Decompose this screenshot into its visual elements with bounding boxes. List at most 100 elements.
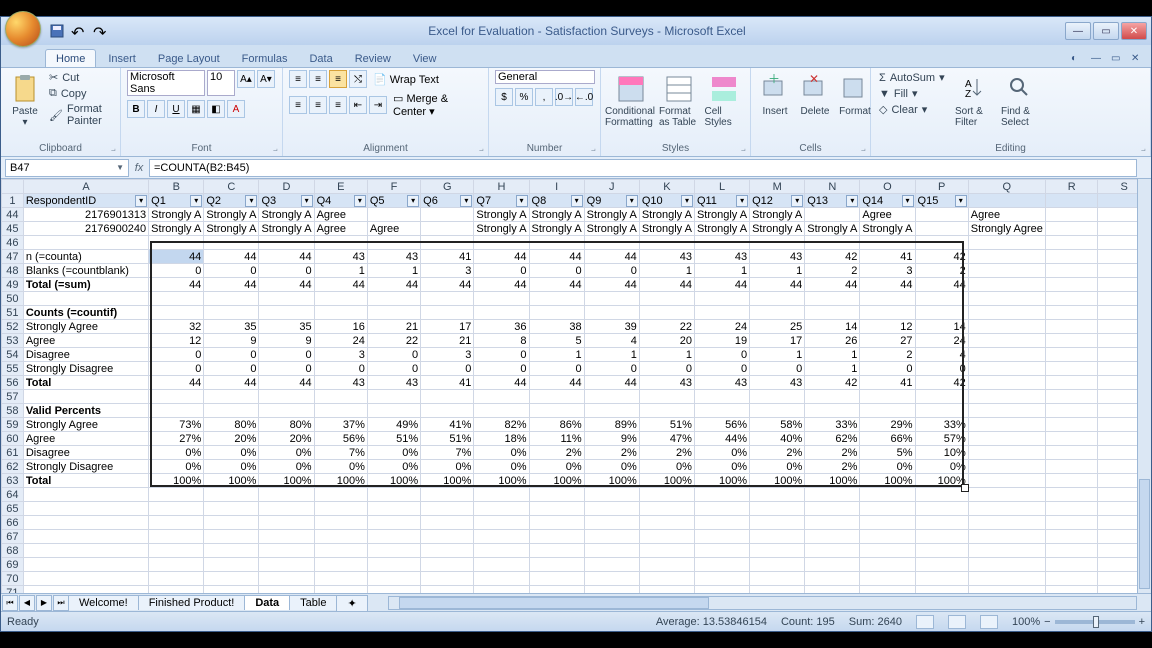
cell[interactable] bbox=[584, 390, 639, 404]
cell[interactable]: 24 bbox=[915, 334, 968, 348]
cell[interactable]: 3 bbox=[421, 348, 474, 362]
cell[interactable]: 0 bbox=[584, 264, 639, 278]
cell[interactable]: 89% bbox=[584, 418, 639, 432]
cell[interactable] bbox=[314, 516, 367, 530]
underline-button[interactable]: U bbox=[167, 100, 185, 118]
cell[interactable]: 38 bbox=[529, 320, 584, 334]
cell[interactable] bbox=[149, 558, 204, 572]
cell[interactable]: 1 bbox=[750, 264, 805, 278]
cell[interactable]: 44 bbox=[204, 278, 259, 292]
cell[interactable]: 57% bbox=[915, 432, 968, 446]
cell[interactable] bbox=[529, 488, 584, 502]
cell[interactable]: 44 bbox=[584, 376, 639, 390]
cell[interactable] bbox=[149, 516, 204, 530]
cell[interactable]: 44 bbox=[149, 376, 204, 390]
cell[interactable] bbox=[367, 208, 420, 222]
cell[interactable] bbox=[639, 516, 694, 530]
cell[interactable]: 3 bbox=[314, 348, 367, 362]
col-header-P[interactable]: P bbox=[915, 180, 968, 194]
zoom-in-button[interactable]: + bbox=[1139, 616, 1145, 628]
header-cell[interactable]: Q11▾ bbox=[694, 194, 749, 208]
cell[interactable] bbox=[23, 390, 148, 404]
cell[interactable]: 7% bbox=[421, 446, 474, 460]
cell[interactable]: 56% bbox=[694, 418, 749, 432]
col-header-K[interactable]: K bbox=[639, 180, 694, 194]
cell[interactable] bbox=[23, 544, 148, 558]
cell[interactable] bbox=[421, 516, 474, 530]
cell[interactable] bbox=[805, 572, 860, 586]
col-header-I[interactable]: I bbox=[529, 180, 584, 194]
cell[interactable] bbox=[694, 558, 749, 572]
cell[interactable] bbox=[694, 488, 749, 502]
font-color-button[interactable]: A bbox=[227, 100, 245, 118]
cell[interactable] bbox=[314, 404, 367, 418]
cell[interactable]: Total (=sum) bbox=[23, 278, 148, 292]
cell[interactable] bbox=[474, 586, 529, 594]
cell[interactable]: 0 bbox=[421, 362, 474, 376]
maximize-button[interactable]: ▭ bbox=[1093, 22, 1119, 40]
orientation-icon[interactable]: ⤭ bbox=[349, 70, 367, 88]
cell[interactable]: 5 bbox=[529, 334, 584, 348]
filter-icon[interactable]: ▾ bbox=[460, 195, 472, 207]
cell[interactable]: Agree bbox=[968, 208, 1045, 222]
col-header-B[interactable]: B bbox=[149, 180, 204, 194]
cell[interactable] bbox=[805, 208, 860, 222]
cell[interactable]: 44% bbox=[694, 432, 749, 446]
cell[interactable] bbox=[805, 530, 860, 544]
header-cell[interactable]: Q14▾ bbox=[860, 194, 915, 208]
cell[interactable]: 43 bbox=[694, 376, 749, 390]
cell[interactable] bbox=[474, 306, 529, 320]
cell[interactable] bbox=[259, 516, 314, 530]
cell[interactable]: 2 bbox=[805, 264, 860, 278]
cell[interactable] bbox=[149, 236, 204, 250]
select-all-corner[interactable] bbox=[2, 180, 24, 194]
cell[interactable]: 44 bbox=[204, 250, 259, 264]
cell[interactable]: 8 bbox=[474, 334, 529, 348]
filter-icon[interactable]: ▾ bbox=[245, 195, 257, 207]
filter-icon[interactable]: ▾ bbox=[407, 195, 419, 207]
cell[interactable]: 44 bbox=[750, 278, 805, 292]
cell[interactable]: 11% bbox=[529, 432, 584, 446]
cell[interactable]: 0 bbox=[259, 348, 314, 362]
cell[interactable] bbox=[367, 404, 420, 418]
header-cell[interactable]: Q2▾ bbox=[204, 194, 259, 208]
cell[interactable]: Agree bbox=[860, 208, 915, 222]
cell[interactable] bbox=[149, 572, 204, 586]
currency-icon[interactable]: $ bbox=[495, 88, 513, 106]
cell[interactable] bbox=[314, 544, 367, 558]
cell[interactable]: 0% bbox=[259, 446, 314, 460]
cell[interactable] bbox=[694, 236, 749, 250]
cell[interactable]: 2176900240 bbox=[23, 222, 148, 236]
cell[interactable]: 0% bbox=[694, 460, 749, 474]
cell[interactable]: 9 bbox=[204, 334, 259, 348]
cell[interactable]: 44 bbox=[529, 376, 584, 390]
conditional-formatting-button[interactable]: Conditional Formatting bbox=[607, 70, 653, 130]
cell[interactable]: 0 bbox=[204, 348, 259, 362]
cell[interactable] bbox=[805, 236, 860, 250]
cell[interactable]: 44 bbox=[694, 278, 749, 292]
office-button[interactable] bbox=[5, 11, 41, 47]
cell[interactable]: 2% bbox=[805, 460, 860, 474]
fill-color-button[interactable]: ◧ bbox=[207, 100, 225, 118]
cell[interactable] bbox=[529, 390, 584, 404]
cell[interactable] bbox=[367, 236, 420, 250]
filter-icon[interactable]: ▾ bbox=[135, 195, 147, 207]
cell[interactable]: 0 bbox=[639, 362, 694, 376]
cell[interactable] bbox=[421, 544, 474, 558]
cell[interactable]: 0% bbox=[204, 460, 259, 474]
cell[interactable]: 100% bbox=[805, 474, 860, 488]
cell[interactable] bbox=[584, 488, 639, 502]
cell[interactable]: Disagree bbox=[23, 446, 148, 460]
cell[interactable]: 0 bbox=[584, 362, 639, 376]
cell[interactable]: n (=counta) bbox=[23, 250, 148, 264]
cell[interactable] bbox=[529, 516, 584, 530]
cell[interactable]: 42 bbox=[915, 250, 968, 264]
cell[interactable]: 41 bbox=[860, 250, 915, 264]
cell[interactable] bbox=[23, 516, 148, 530]
cell[interactable] bbox=[915, 236, 968, 250]
ribbon-tab-data[interactable]: Data bbox=[299, 50, 342, 67]
header-cell[interactable]: Q4▾ bbox=[314, 194, 367, 208]
cell[interactable] bbox=[860, 488, 915, 502]
cell[interactable]: Strongly Agree bbox=[968, 222, 1045, 236]
cell[interactable]: 44 bbox=[915, 278, 968, 292]
